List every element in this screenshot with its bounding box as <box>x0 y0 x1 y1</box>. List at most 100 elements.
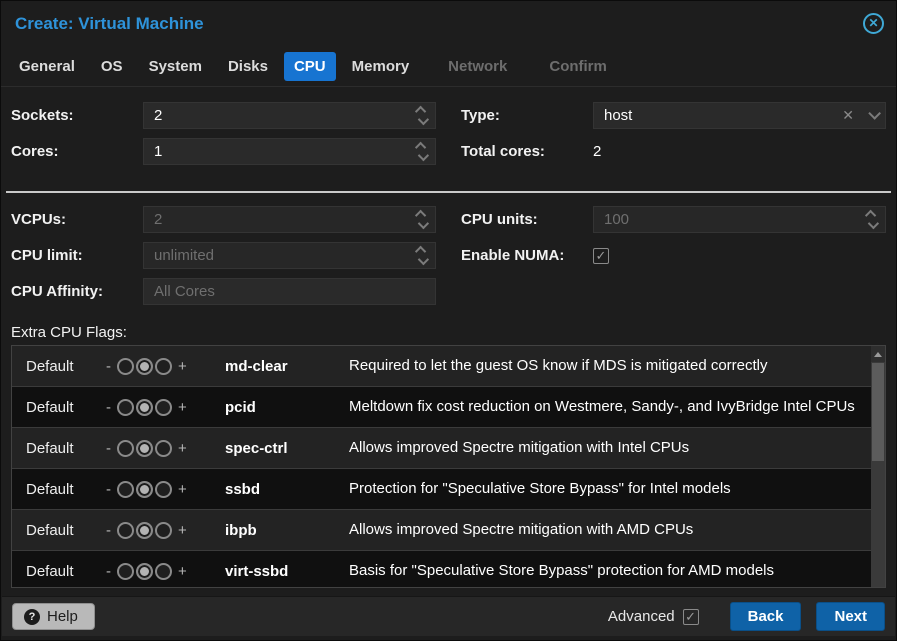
slider-stop-on[interactable] <box>155 480 172 498</box>
cpu-flags-rows: Default - + md-clear Required to let the… <box>12 346 871 587</box>
enable-numa-row: Enable NUMA: ✓ <box>461 242 886 269</box>
left-column: Sockets: Cores: <box>11 102 436 174</box>
flag-tristate-slider[interactable]: - + <box>106 521 225 539</box>
slider-stop-on[interactable] <box>155 562 172 580</box>
cores-input[interactable] <box>144 139 435 164</box>
slider-thumb-default[interactable] <box>136 480 153 498</box>
slider-stop-off[interactable] <box>117 398 134 416</box>
extra-cpu-flags-label: Extra CPU Flags: <box>11 324 127 341</box>
cpu-limit-spinner <box>414 243 430 268</box>
clear-icon[interactable]: ✕ <box>842 107 854 124</box>
help-button-label: Help <box>47 608 78 625</box>
cpu-flag-row: Default - + pcid Meltdown fix cost reduc… <box>12 387 871 428</box>
slider-stop-on[interactable] <box>155 439 172 457</box>
flag-name: spec-ctrl <box>225 439 288 457</box>
total-cores-label: Total cores: <box>461 143 545 160</box>
cpu-flag-row: Default - + virt-ssbd Basis for "Specula… <box>12 551 871 587</box>
tab-disks[interactable]: Disks <box>218 52 278 81</box>
tab-general[interactable]: General <box>9 52 85 81</box>
vcpus-field <box>143 206 436 233</box>
slider-stop-on[interactable] <box>155 357 172 375</box>
cpu-limit-row: CPU limit: <box>11 242 436 269</box>
flag-tristate-slider[interactable]: - + <box>106 398 225 416</box>
cpu-affinity-field <box>143 278 436 305</box>
cpu-flag-row: Default - + md-clear Required to let the… <box>12 346 871 387</box>
slider-stop-off[interactable] <box>117 562 134 580</box>
slider-track[interactable] <box>116 521 173 539</box>
scrollbar-thumb[interactable] <box>872 363 884 461</box>
tab-confirm: Confirm <box>549 58 607 75</box>
tab-system[interactable]: System <box>139 52 212 81</box>
flag-tristate-slider[interactable]: - + <box>106 357 225 375</box>
slider-track[interactable] <box>116 480 173 498</box>
scrollbar[interactable] <box>871 346 885 587</box>
flag-tristate-slider[interactable]: - + <box>106 480 225 498</box>
slider-track[interactable] <box>116 357 173 375</box>
advanced-checkbox[interactable]: ✓ <box>682 608 699 625</box>
flag-state-label: Default <box>26 398 74 416</box>
total-cores-value: 2 <box>593 143 602 160</box>
tab-bar: General OS System Disks CPU Memory Network Conf… <box>1 47 896 87</box>
slider-stop-off[interactable] <box>117 439 134 457</box>
slider-plus-label: + <box>178 439 187 457</box>
scroll-up-icon[interactable] <box>871 346 885 362</box>
advanced-label: Advanced <box>607 608 675 625</box>
close-icon[interactable]: ✕ <box>863 13 884 34</box>
slider-track[interactable] <box>116 439 173 457</box>
sockets-label: Sockets: <box>11 107 74 124</box>
slider-thumb-default[interactable] <box>136 357 153 375</box>
slider-plus-label: + <box>178 562 187 580</box>
cpu-affinity-row: CPU Affinity: <box>11 278 436 305</box>
slider-stop-on[interactable] <box>155 521 172 539</box>
cores-field <box>143 138 436 165</box>
cpu-flag-row: Default - + ssbd Protection for "Specula… <box>12 469 871 510</box>
slider-minus-label: - <box>106 562 111 580</box>
flag-state-label: Default <box>26 521 74 539</box>
flag-name: ibpb <box>225 521 257 539</box>
slider-thumb-default[interactable] <box>136 562 153 580</box>
dialog-title: Create: Virtual Machine <box>15 14 204 33</box>
type-label: Type: <box>461 107 500 124</box>
enable-numa-checkbox[interactable]: ✓ <box>593 247 609 264</box>
enable-numa-label: Enable NUMA: <box>461 247 565 264</box>
cpu-limit-field <box>143 242 436 269</box>
cpu-affinity-label: CPU Affinity: <box>11 283 103 300</box>
cpu-affinity-input[interactable] <box>144 279 435 304</box>
slider-minus-label: - <box>106 480 111 498</box>
slider-track[interactable] <box>116 398 173 416</box>
tab-os[interactable]: OS <box>91 52 133 81</box>
help-button[interactable]: ? Help <box>12 603 95 630</box>
cpu-flag-row: Default - + spec-ctrl Allows improved Sp… <box>12 428 871 469</box>
back-button[interactable]: Back <box>729 602 802 631</box>
flag-tristate-slider[interactable]: - + <box>106 562 225 580</box>
next-button[interactable]: Next <box>816 602 885 631</box>
tab-cpu[interactable]: CPU <box>283 52 336 81</box>
cores-label: Cores: <box>11 143 59 160</box>
cores-spinner <box>414 139 430 164</box>
dialog-footer: ? Help Advanced ✓ Back Next <box>2 596 895 636</box>
total-cores-row: Total cores: 2 <box>461 138 886 165</box>
slider-stop-on[interactable] <box>155 398 172 416</box>
slider-stop-off[interactable] <box>117 357 134 375</box>
slider-stop-off[interactable] <box>117 521 134 539</box>
slider-track[interactable] <box>116 562 173 580</box>
slider-thumb-default[interactable] <box>136 521 153 539</box>
flag-description: Allows improved Spectre mitigation with … <box>349 521 694 538</box>
tab-memory[interactable]: Memory <box>342 52 420 81</box>
slider-thumb-default[interactable] <box>136 398 153 416</box>
flag-name: pcid <box>225 398 256 416</box>
flag-state-label: Default <box>26 562 74 580</box>
flag-description: Meltdown fix cost reduction on Westmere,… <box>349 398 855 415</box>
sockets-input[interactable] <box>144 103 435 128</box>
cpu-advanced-form: VCPUs: CPU limit: <box>1 193 896 314</box>
cpu-units-row: CPU units: <box>461 206 886 233</box>
flag-tristate-slider[interactable]: - + <box>106 439 225 457</box>
slider-minus-label: - <box>106 398 111 416</box>
slider-thumb-default[interactable] <box>136 439 153 457</box>
vcpus-label: VCPUs: <box>11 211 67 228</box>
dialog-header: Create: Virtual Machine ✕ <box>1 1 896 47</box>
slider-stop-off[interactable] <box>117 480 134 498</box>
left-column: VCPUs: CPU limit: <box>11 206 436 314</box>
slider-plus-label: + <box>178 521 187 539</box>
flag-description: Protection for "Speculative Store Bypass… <box>349 480 731 497</box>
